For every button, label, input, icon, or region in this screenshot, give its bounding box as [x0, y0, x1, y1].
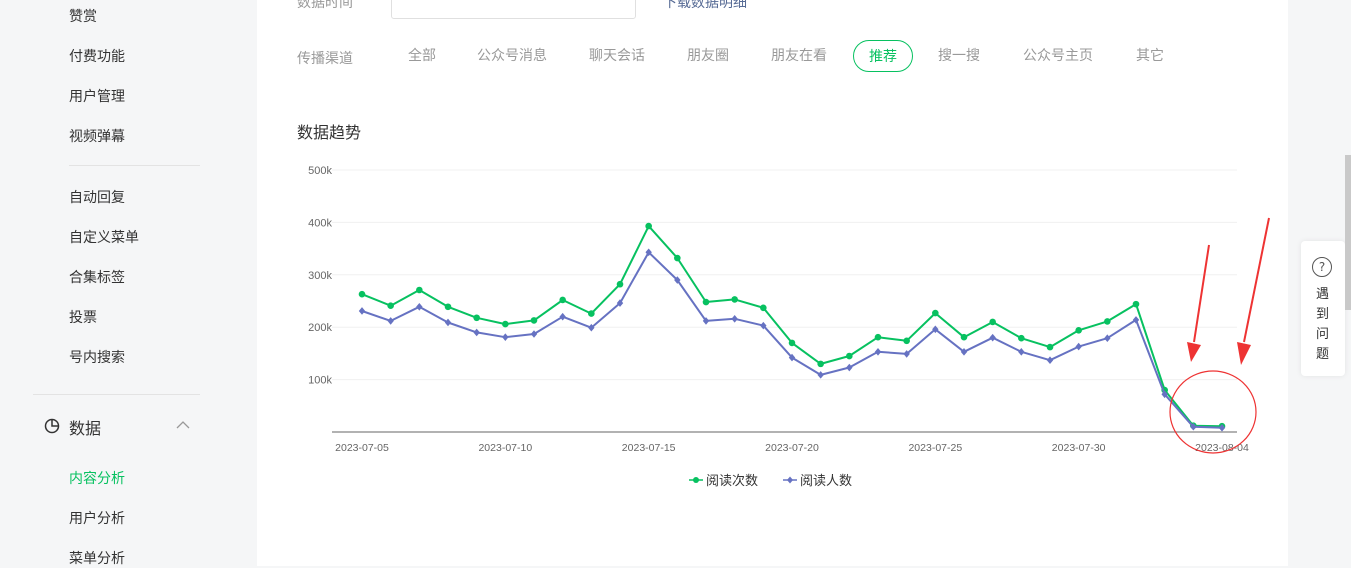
- sidebar-section-data[interactable]: 数据: [43, 414, 193, 438]
- data-point: [473, 314, 480, 322]
- data-point: [1132, 300, 1140, 308]
- data-point: [416, 286, 423, 294]
- nav-item-content-analysis[interactable]: 内容分析: [69, 468, 125, 488]
- data-point: [903, 337, 910, 345]
- sidebar-divider: [33, 394, 200, 395]
- data-point: [473, 328, 480, 337]
- data-point: [846, 352, 853, 360]
- series-line: [361, 225, 1223, 428]
- data-point: [1046, 356, 1054, 365]
- legend-marker: [787, 476, 793, 484]
- data-point: [1104, 334, 1111, 343]
- annotation-arrow-line: [1243, 217, 1270, 343]
- data-point: [960, 333, 968, 341]
- y-tick-label: 500k: [308, 165, 332, 177]
- y-tick-label: 100k: [308, 375, 332, 387]
- annotation-arrow-head: [1187, 342, 1201, 362]
- nav-item-video-danmaku[interactable]: 视频弹幕: [69, 126, 125, 146]
- data-point: [817, 371, 824, 379]
- sidebar-section-label: 数据: [69, 419, 102, 438]
- data-point: [387, 302, 394, 310]
- data-point: [416, 302, 423, 311]
- nav-item-user-management[interactable]: 用户管理: [69, 86, 125, 106]
- data-point: [989, 318, 996, 326]
- legend-label: 阅读次数: [706, 473, 758, 489]
- y-tick-label: 400k: [308, 217, 332, 229]
- nav-item-auto-reply[interactable]: 自动回复: [69, 187, 125, 207]
- data-point: [1104, 318, 1111, 325]
- x-tick-label: 2023-07-30: [1052, 442, 1106, 454]
- data-point: [387, 317, 394, 325]
- data-point: [760, 304, 767, 312]
- data-point: [788, 339, 796, 347]
- question-icon: ?: [1312, 257, 1332, 277]
- data-point: [530, 317, 538, 324]
- data-point: [502, 320, 509, 328]
- scrollbar[interactable]: [1345, 155, 1351, 310]
- nav-item-vote[interactable]: 投票: [69, 307, 97, 327]
- sidebar-divider: [69, 165, 200, 166]
- data-point: [358, 307, 366, 315]
- data-point: [1018, 334, 1025, 342]
- data-point: [530, 330, 538, 338]
- data-point: [559, 296, 566, 304]
- help-float-button[interactable]: ? 遇到问题: [1301, 241, 1345, 376]
- data-point: [932, 309, 939, 317]
- data-point: [444, 318, 452, 327]
- data-point: [702, 298, 710, 306]
- data-point: [1018, 348, 1025, 356]
- data-point: [1132, 316, 1140, 324]
- nav-item-search[interactable]: 号内搜索: [69, 347, 125, 367]
- legend-label: 阅读人数: [800, 474, 852, 489]
- data-point: [817, 360, 824, 368]
- data-point: [1046, 343, 1054, 351]
- data-point: [846, 363, 853, 372]
- data-point: [588, 310, 595, 317]
- y-tick-label: 300k: [308, 270, 332, 282]
- nav-item-custom-menu[interactable]: 自定义菜单: [69, 227, 139, 247]
- data-point: [1075, 342, 1082, 351]
- data-point: [731, 315, 738, 323]
- trend-chart: 500k 400k 300k 200k 100k 2023-07-05 2023-07-1…: [308, 165, 1270, 489]
- x-tick-label: 2023-07-25: [908, 442, 962, 454]
- help-text: 遇到问题: [1316, 287, 1330, 362]
- legend-marker: [693, 477, 699, 483]
- sidebar: 赞赏 付费功能 用户管理 视频弹幕 自动回复 自定义菜单 合集标签 投票 号内搜…: [0, 0, 257, 568]
- y-tick-label: 200k: [308, 322, 332, 334]
- nav-item-menu-analysis[interactable]: 菜单分析: [69, 548, 125, 568]
- x-tick-label: 2023-07-05: [335, 442, 389, 454]
- data-point: [674, 254, 681, 262]
- nav-item-reward[interactable]: 赞赏: [69, 6, 97, 26]
- nav-item-user-analysis[interactable]: 用户分析: [69, 508, 125, 528]
- pie-chart-icon: [44, 418, 60, 434]
- data-point: [731, 296, 738, 303]
- data-point: [989, 333, 996, 342]
- nav-item-collection-tags[interactable]: 合集标签: [69, 267, 125, 287]
- data-point: [874, 333, 882, 341]
- data-point: [559, 312, 566, 321]
- chevron-up-icon[interactable]: [176, 420, 190, 430]
- data-point: [444, 303, 452, 311]
- data-point: [358, 290, 366, 298]
- x-tick-label: 2023-07-20: [765, 442, 819, 454]
- nav-item-paid-features[interactable]: 付费功能: [69, 46, 125, 66]
- x-tick-label: 2023-07-10: [478, 442, 532, 454]
- data-point: [502, 333, 509, 341]
- data-point: [874, 348, 882, 356]
- data-point: [1075, 327, 1082, 334]
- annotation-arrow-head: [1237, 342, 1251, 365]
- data-point: [645, 222, 652, 230]
- data-point: [616, 280, 624, 288]
- x-tick-label: 2023-07-15: [622, 442, 676, 454]
